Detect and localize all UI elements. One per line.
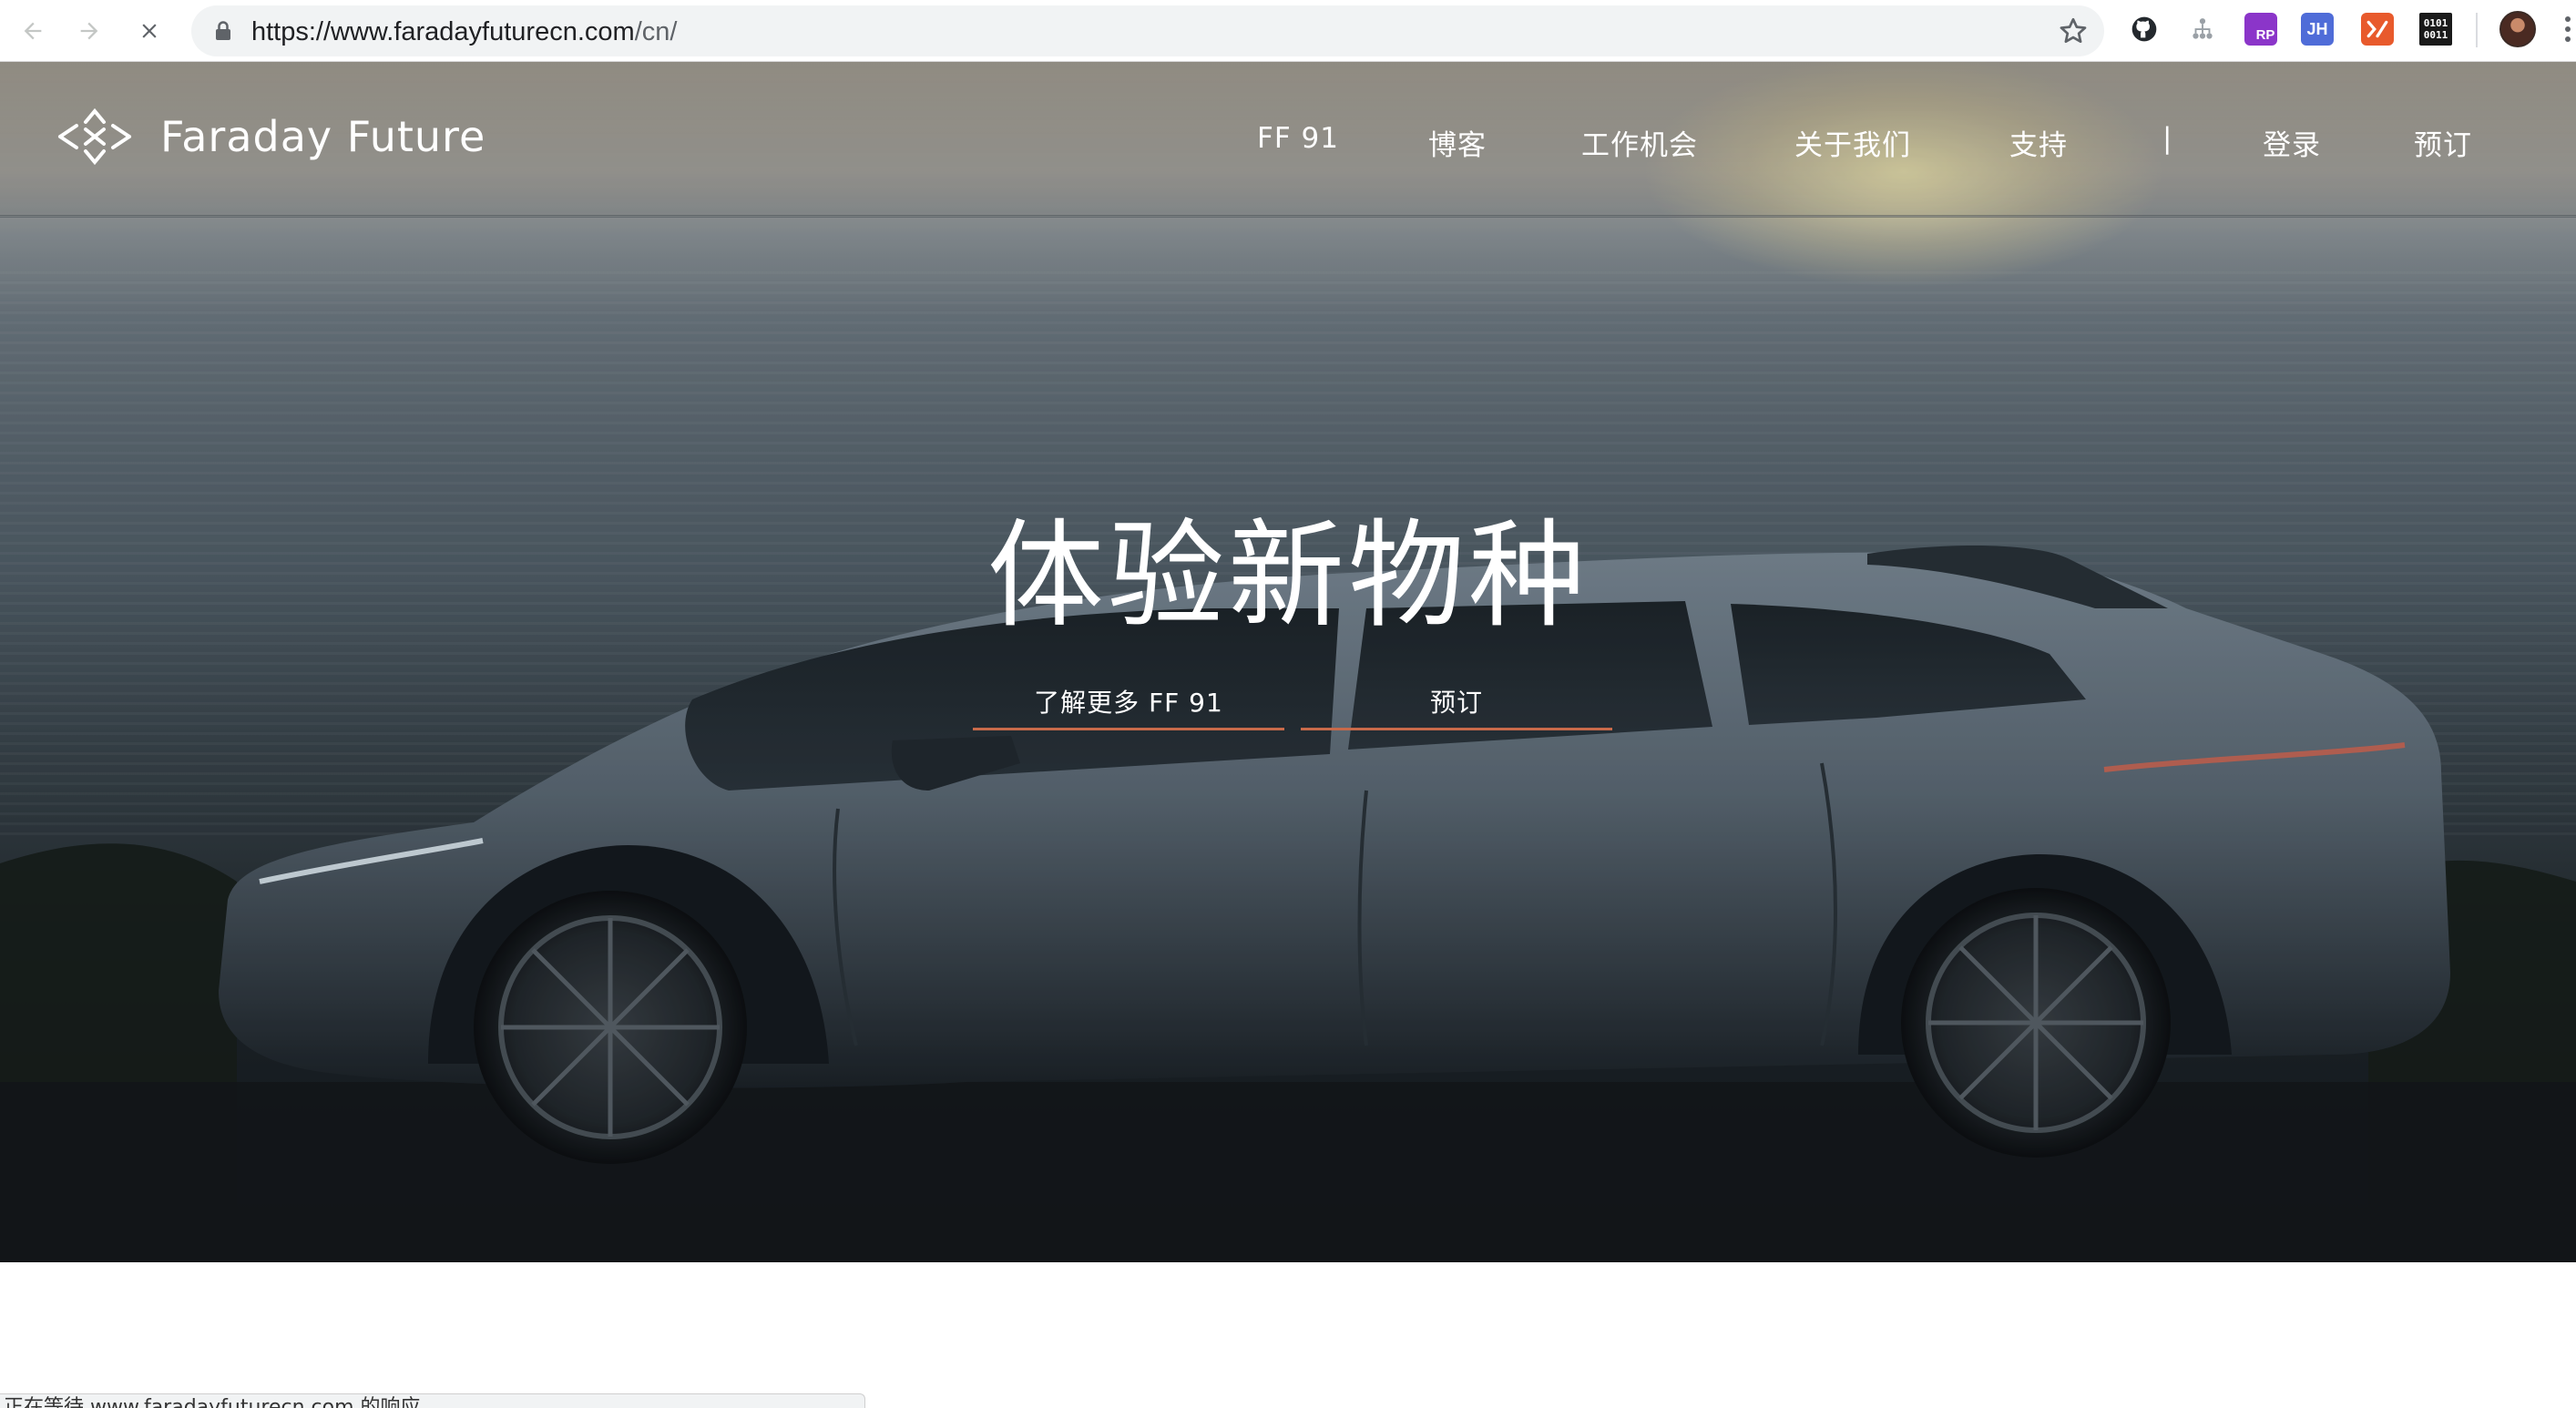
close-icon xyxy=(142,24,157,38)
profile-avatar[interactable] xyxy=(2499,11,2536,47)
github-icon xyxy=(2131,16,2157,42)
arrow-left-icon xyxy=(24,22,42,40)
binary-extension-label: 0101 0011 xyxy=(2423,17,2448,41)
stop-loading-button[interactable] xyxy=(129,11,169,51)
hero-headline: 体验新物种 xyxy=(986,508,1589,644)
toolbar-divider xyxy=(2476,13,2478,47)
back-button[interactable] xyxy=(13,11,53,51)
learn-more-label: 了解更多 FF 91 xyxy=(1034,688,1223,718)
arrow-right-icon xyxy=(80,22,98,40)
nav-about-us[interactable]: 关于我们 xyxy=(1794,122,1911,163)
tree-extension-button[interactable] xyxy=(2186,13,2219,46)
brand-logo-link[interactable]: Faraday Future xyxy=(56,107,486,166)
reserve-label: 预订 xyxy=(1429,688,1483,718)
lock-icon xyxy=(216,21,230,40)
nav-support[interactable]: 支持 xyxy=(2009,122,2068,163)
translate-icon xyxy=(2366,20,2388,38)
learn-more-underline xyxy=(973,728,1284,730)
browser-toolbar: https://www.faradayfuturecn.com/cn/ RP J… xyxy=(0,0,2576,62)
status-text: 正在等待 www.faradayfuturecn.com 的响应... xyxy=(4,1396,440,1408)
nav-divider: | xyxy=(2162,122,2173,155)
loading-status-bar: 正在等待 www.faradayfuturecn.com 的响应... xyxy=(0,1393,865,1408)
sitemap-icon xyxy=(2193,18,2213,39)
jh-extension-label: JH xyxy=(2306,19,2328,38)
learn-more-ff91-button[interactable]: 了解更多 FF 91 xyxy=(973,672,1284,736)
nav-careers[interactable]: 工作机会 xyxy=(1581,122,1698,163)
ff91-car-image xyxy=(0,62,2576,1262)
reserve-underline xyxy=(1301,728,1612,730)
nav-login[interactable]: 登录 xyxy=(2263,122,2321,163)
rp-extension-button[interactable]: RP xyxy=(2244,13,2277,46)
github-extension-button[interactable] xyxy=(2128,13,2161,46)
nav-ff91[interactable]: FF 91 xyxy=(1257,122,1339,155)
translate-extension-button[interactable] xyxy=(2361,13,2394,46)
brand-name: Faraday Future xyxy=(160,112,486,161)
bookmark-star-icon[interactable] xyxy=(2057,15,2090,47)
url-path: /cn/ xyxy=(634,17,678,46)
url-domain: https://www.faradayfuturecn.com xyxy=(251,17,635,46)
browser-menu-button[interactable] xyxy=(2563,16,2572,46)
address-bar[interactable]: https://www.faradayfuturecn.com/cn/ xyxy=(191,5,2104,56)
nav-blog[interactable]: 博客 xyxy=(1428,122,1487,163)
reserve-button[interactable]: 预订 xyxy=(1301,672,1612,736)
hero-section: Faraday Future FF 91 博客 工作机会 关于我们 支持 | 登… xyxy=(0,62,2576,1262)
forward-button[interactable] xyxy=(69,11,109,51)
rp-extension-label: RP xyxy=(2255,26,2275,43)
jh-extension-button[interactable]: JH xyxy=(2301,13,2334,46)
binary-extension-button[interactable]: 0101 0011 xyxy=(2419,13,2452,46)
faraday-future-logo-icon xyxy=(58,107,131,166)
nav-reserve[interactable]: 预订 xyxy=(2414,122,2472,163)
url-text: https://www.faradayfuturecn.com/cn/ xyxy=(251,17,677,47)
